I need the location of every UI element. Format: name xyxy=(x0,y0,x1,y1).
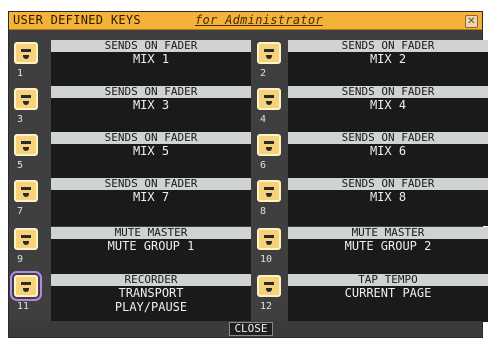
function-label: SENDS ON FADER xyxy=(288,178,488,190)
close-icon[interactable]: ✕ xyxy=(465,15,478,28)
user-key-12-button[interactable] xyxy=(257,275,281,297)
user-key-10-button[interactable] xyxy=(257,228,281,250)
window-titlebar: USER DEFINED KEYS for Administrator ✕ xyxy=(9,12,482,30)
parameter-label: CURRENT PAGE xyxy=(344,286,432,300)
function-label: TAP TEMPO xyxy=(288,274,488,286)
key-6-assignment[interactable]: SENDS ON FADER MIX 6 xyxy=(288,132,488,180)
function-label: RECORDER xyxy=(51,274,251,286)
key-number: 11 xyxy=(17,301,30,312)
parameter-label: MIX 2 xyxy=(369,52,407,66)
user-defined-keys-window: USER DEFINED KEYS for Administrator ✕ 1 … xyxy=(8,11,488,338)
key-7-assignment[interactable]: SENDS ON FADER MIX 7 xyxy=(51,178,251,226)
parameter-label: TRANSPORT xyxy=(118,286,184,300)
key-number: 4 xyxy=(260,114,267,125)
key-5-assignment[interactable]: SENDS ON FADER MIX 5 xyxy=(51,132,251,180)
key-number: 3 xyxy=(17,114,24,125)
user-key-8-button[interactable] xyxy=(257,180,281,202)
user-key-6-button[interactable] xyxy=(257,134,281,156)
function-label: MUTE MASTER xyxy=(288,227,488,239)
user-key-2-button[interactable] xyxy=(257,42,281,64)
parameter-label: MIX 6 xyxy=(369,144,407,158)
user-key-1-button[interactable] xyxy=(14,42,38,64)
key-number: 5 xyxy=(17,160,24,171)
key-9-assignment[interactable]: MUTE MASTER MUTE GROUP 1 xyxy=(51,227,251,275)
parameter-label: MIX 4 xyxy=(369,98,407,112)
window-subtitle: for Administrator xyxy=(195,13,323,27)
parameter-label: MIX 5 xyxy=(132,144,170,158)
key-number: 1 xyxy=(17,68,24,79)
user-key-4-button[interactable] xyxy=(257,88,281,110)
parameter-label: PLAY/PAUSE xyxy=(114,300,188,314)
key-number: 2 xyxy=(260,68,267,79)
parameter-label: MIX 7 xyxy=(132,190,170,204)
parameter-label: MUTE GROUP 2 xyxy=(344,239,432,253)
key-8-assignment[interactable]: SENDS ON FADER MIX 8 xyxy=(288,178,488,226)
key-1-assignment[interactable]: SENDS ON FADER MIX 1 xyxy=(51,40,251,88)
key-4-assignment[interactable]: SENDS ON FADER MIX 4 xyxy=(288,86,488,134)
parameter-label: MIX 1 xyxy=(132,52,170,66)
close-button[interactable]: CLOSE xyxy=(229,322,273,336)
function-label: SENDS ON FADER xyxy=(288,86,488,98)
user-key-3-button[interactable] xyxy=(14,88,38,110)
key-number: 6 xyxy=(260,160,267,171)
key-12-assignment[interactable]: TAP TEMPO CURRENT PAGE xyxy=(288,274,488,322)
function-label: SENDS ON FADER xyxy=(51,40,251,52)
key-number: 7 xyxy=(17,206,24,217)
key-number: 9 xyxy=(17,254,24,265)
function-label: SENDS ON FADER xyxy=(288,132,488,144)
user-key-5-button[interactable] xyxy=(14,134,38,156)
user-key-9-button[interactable] xyxy=(14,228,38,250)
key-3-assignment[interactable]: SENDS ON FADER MIX 3 xyxy=(51,86,251,134)
function-label: SENDS ON FADER xyxy=(51,86,251,98)
parameter-label: MIX 8 xyxy=(369,190,407,204)
user-key-11-button[interactable] xyxy=(10,271,42,301)
function-label: SENDS ON FADER xyxy=(288,40,488,52)
parameter-label: MUTE GROUP 1 xyxy=(107,239,195,253)
window-footer: CLOSE xyxy=(9,321,482,337)
key-number: 12 xyxy=(260,301,273,312)
window-title: USER DEFINED KEYS xyxy=(13,13,141,27)
parameter-label: MIX 3 xyxy=(132,98,170,112)
key-number: 8 xyxy=(260,206,267,217)
function-label: SENDS ON FADER xyxy=(51,132,251,144)
user-key-7-button[interactable] xyxy=(14,180,38,202)
key-number: 10 xyxy=(260,254,273,265)
function-label: MUTE MASTER xyxy=(51,227,251,239)
function-label: SENDS ON FADER xyxy=(51,178,251,190)
key-11-assignment[interactable]: RECORDER TRANSPORT PLAY/PAUSE xyxy=(51,274,251,322)
key-10-assignment[interactable]: MUTE MASTER MUTE GROUP 2 xyxy=(288,227,488,275)
key-2-assignment[interactable]: SENDS ON FADER MIX 2 xyxy=(288,40,488,88)
